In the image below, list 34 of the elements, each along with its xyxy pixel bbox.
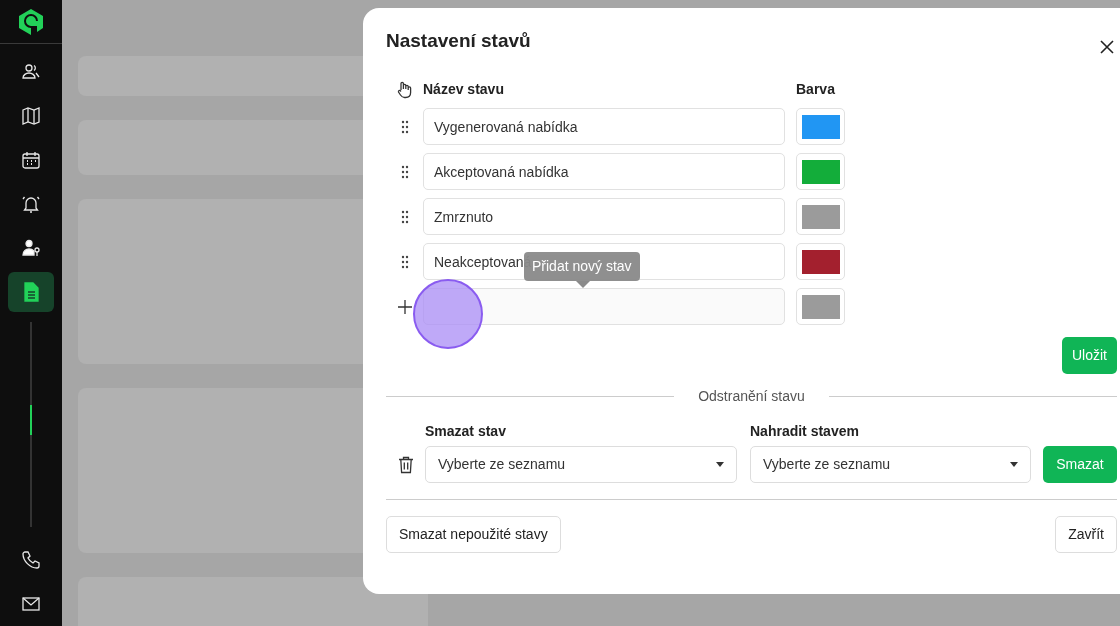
trash-icon[interactable] (397, 455, 414, 474)
phone-icon (21, 550, 41, 570)
state-name-field[interactable]: Akceptovaná nabídka (423, 153, 785, 190)
mail-icon (21, 594, 41, 614)
drag-handle-icon[interactable] (400, 209, 409, 224)
sidebar-item[interactable] (8, 272, 54, 312)
state-name-field[interactable]: Zmrznuto (423, 198, 785, 235)
drag-handle-icon[interactable] (400, 254, 409, 269)
color-picker[interactable] (796, 243, 845, 280)
field-label: Smazat stav (425, 422, 507, 441)
color-picker[interactable] (796, 108, 845, 145)
drag-handle-icon[interactable] (400, 119, 409, 134)
column-header: Barva (796, 80, 835, 99)
bell-icon (21, 194, 41, 214)
plus-icon[interactable] (397, 299, 412, 314)
user-key-icon (21, 238, 41, 258)
dialog-title: Nastavení stavů (386, 30, 531, 53)
field-label: Nahradit stavem (750, 422, 859, 441)
select-field[interactable]: Vyberte ze seznamu (750, 446, 1031, 483)
delete-unused-button[interactable]: Smazat nepoužité stavy (386, 516, 561, 553)
map-icon (21, 106, 41, 126)
select-field[interactable]: Vyberte ze seznamu (425, 446, 737, 483)
close-button[interactable]: Zavřít (1055, 516, 1117, 553)
people-icon (21, 62, 41, 82)
drag-handle-icon[interactable] (400, 164, 409, 179)
color-picker[interactable] (796, 288, 845, 325)
calendar-icon (21, 150, 41, 170)
section-label: Odstranění stavu (697, 387, 806, 406)
document-icon (21, 282, 41, 302)
color-picker[interactable] (796, 153, 845, 190)
logo-icon (17, 7, 45, 36)
column-header: Název stavu (423, 80, 505, 99)
color-picker[interactable] (796, 198, 845, 235)
state-name-field[interactable]: Vygenerovaná nabídka (423, 108, 785, 145)
